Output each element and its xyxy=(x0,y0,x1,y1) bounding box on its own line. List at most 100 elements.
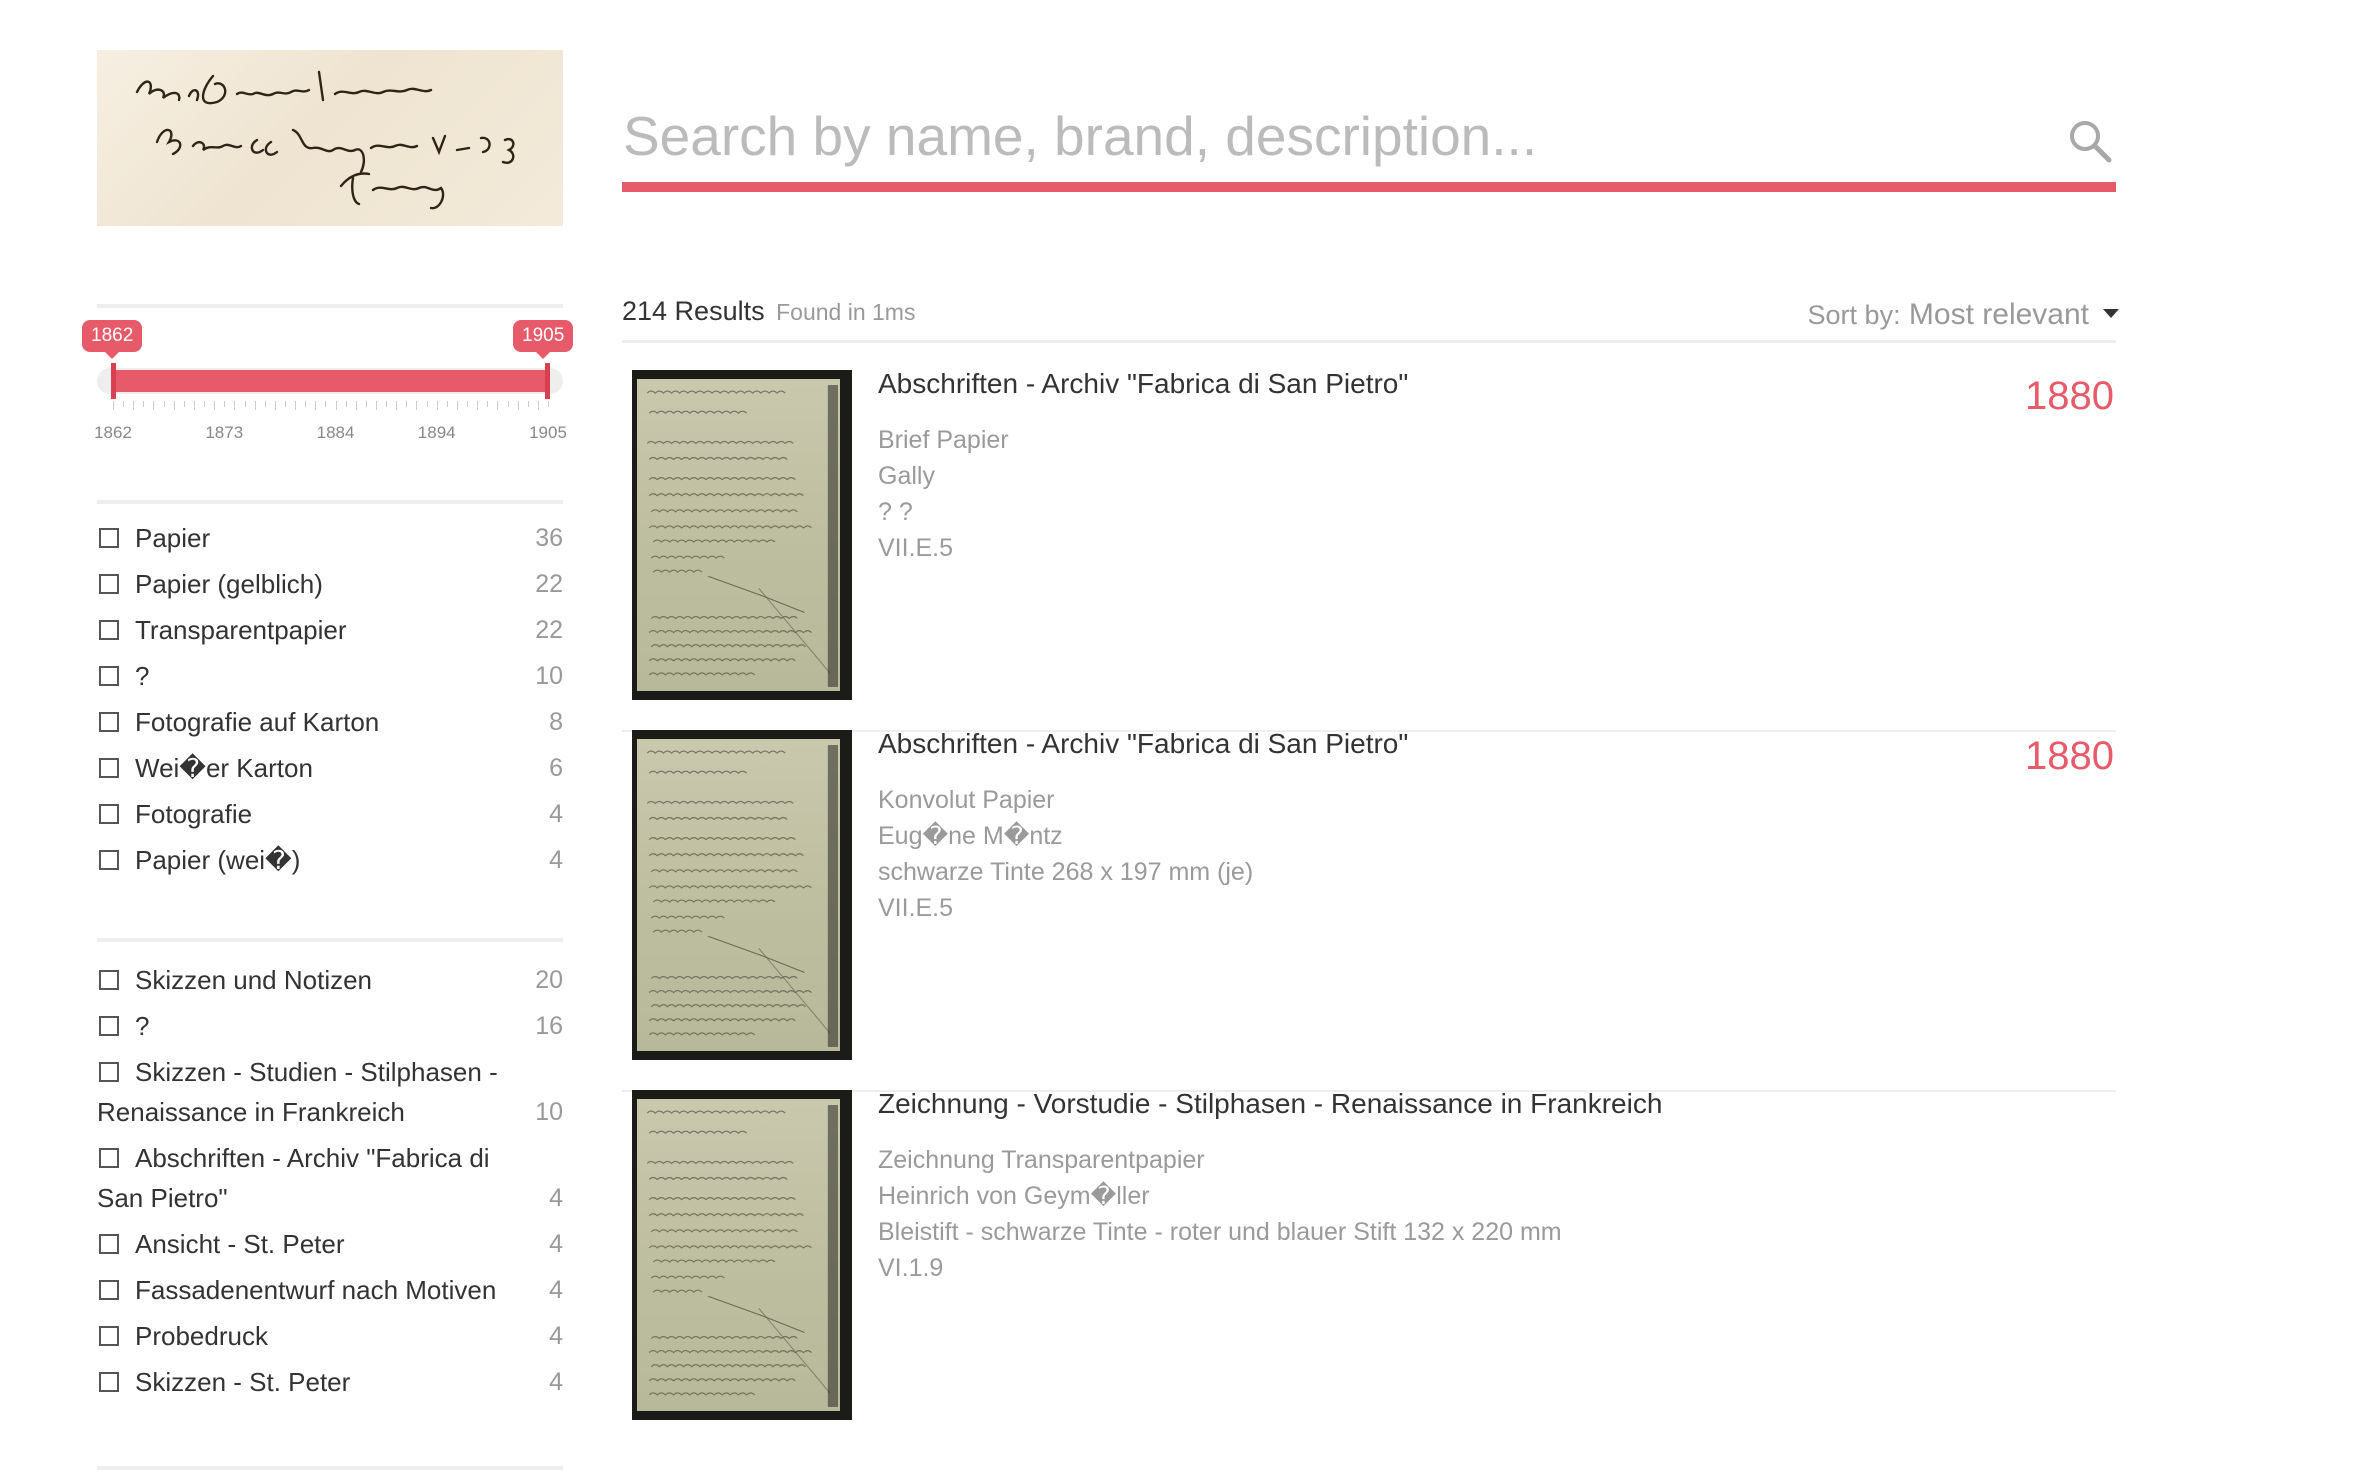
year-range-tick xyxy=(456,401,458,410)
facet-option[interactable]: Fassadenentwurf nach Motiven 4 xyxy=(97,1270,563,1310)
year-range-tick xyxy=(274,401,276,410)
facet-option[interactable]: Wei�er Karton 6 xyxy=(97,748,563,788)
year-range-tick xyxy=(264,401,266,407)
facet-material: Papier 36 Papier (gelblich) 22 Transparentpa… xyxy=(97,518,563,886)
checkbox[interactable] xyxy=(99,712,119,732)
checkbox[interactable] xyxy=(99,1234,119,1254)
facet-option[interactable]: Papier (gelblich) 22 xyxy=(97,564,563,604)
sort-prefix: Sort by: xyxy=(1807,300,1901,330)
facet-option-label: Fotografie xyxy=(135,799,253,829)
facet-option[interactable]: Papier 36 xyxy=(97,518,563,558)
result-title[interactable]: Zeichnung - Vorstudie - Stilphasen - Ren… xyxy=(878,1088,1662,1120)
checkbox[interactable] xyxy=(99,620,119,640)
facet-option-count: 4 xyxy=(549,1184,563,1212)
facet-option-count: 10 xyxy=(535,662,563,690)
result-detail-line: Brief Papier xyxy=(878,426,1009,454)
facet-option[interactable]: Fotografie 4 xyxy=(97,794,563,834)
checkbox[interactable] xyxy=(99,574,119,594)
facet-option[interactable]: Skizzen - St. Peter 4 xyxy=(97,1362,563,1402)
year-range-handle-from[interactable] xyxy=(111,363,116,399)
facet-option-label: Fotografie auf Karton xyxy=(135,707,380,737)
result-item[interactable]: Abschriften - Archiv "Fabrica di San Pie… xyxy=(622,720,2116,1092)
checkbox[interactable] xyxy=(99,1280,119,1300)
year-range-tick xyxy=(477,401,479,410)
facet-option[interactable]: Probedruck 4 xyxy=(97,1316,563,1356)
result-detail-line: Konvolut Papier xyxy=(878,786,1055,814)
sort-dropdown[interactable]: Sort by: Most relevant xyxy=(1808,298,2119,332)
checkbox[interactable] xyxy=(99,1326,119,1346)
search-icon[interactable] xyxy=(2065,116,2115,166)
facet-option-count: 36 xyxy=(535,524,563,552)
year-range-tick xyxy=(123,401,125,407)
result-detail-line: Gally xyxy=(878,462,935,490)
checkbox[interactable] xyxy=(99,1016,119,1036)
result-detail-line: VII.E.5 xyxy=(878,534,954,562)
facet-option[interactable]: Skizzen - Studien - Stilphasen - Renaiss… xyxy=(97,1052,563,1132)
year-range-tick xyxy=(153,401,155,410)
result-item[interactable]: Zeichnung - Vorstudie - Stilphasen - Ren… xyxy=(622,1080,2116,1452)
facet-option-label: Papier (gelblich) xyxy=(135,569,323,599)
result-thumbnail[interactable] xyxy=(632,1090,852,1420)
facet-option-count: 4 xyxy=(549,800,563,828)
facet-option-count: 20 xyxy=(535,966,563,994)
facet-option[interactable]: Transparentpapier 22 xyxy=(97,610,563,650)
search-underline xyxy=(622,182,2116,192)
facet-option-label: Skizzen - Studien - Stilphasen - Renaiss… xyxy=(97,1057,498,1127)
checkbox[interactable] xyxy=(99,666,119,686)
facet-option-label: Skizzen und Notizen xyxy=(135,965,373,995)
facet-option-label: ? xyxy=(135,661,150,691)
result-detail-line: VI.1.9 xyxy=(878,1254,944,1282)
result-title[interactable]: Abschriften - Archiv "Fabrica di San Pie… xyxy=(878,368,1408,400)
result-thumbnail[interactable] xyxy=(632,730,852,1060)
facet-option[interactable]: ? 16 xyxy=(97,1006,563,1046)
facet-option[interactable]: Fotografie auf Karton 8 xyxy=(97,702,563,742)
sort-value: Most relevant xyxy=(1908,298,2089,331)
checkbox[interactable] xyxy=(99,1062,119,1082)
year-range-tick-label: 1884 xyxy=(316,423,355,442)
checkbox[interactable] xyxy=(99,1372,119,1392)
facet-option-count: 4 xyxy=(549,846,563,874)
facet-option-label: Transparentpapier xyxy=(135,615,347,645)
checkbox[interactable] xyxy=(99,970,119,990)
year-range-tick xyxy=(173,401,175,410)
year-range-tick xyxy=(113,401,114,410)
search-input[interactable] xyxy=(620,86,2040,186)
year-range-tick xyxy=(396,401,398,410)
facet-option-count: 22 xyxy=(535,570,563,598)
year-range-tick xyxy=(133,401,135,410)
facet-option-count: 4 xyxy=(549,1322,563,1350)
checkbox[interactable] xyxy=(99,758,119,778)
facet-option[interactable]: Skizzen und Notizen 20 xyxy=(97,960,563,1000)
facet-option-label: Wei�er Karton xyxy=(135,753,313,783)
year-range-tick xyxy=(325,401,327,407)
facet-option-count: 6 xyxy=(549,754,563,782)
facet-option-count: 4 xyxy=(549,1230,563,1258)
result-title[interactable]: Abschriften - Archiv "Fabrica di San Pie… xyxy=(878,728,1408,760)
site-logo[interactable] xyxy=(97,50,563,226)
year-range-tick xyxy=(537,401,539,410)
facet-option-count: 22 xyxy=(535,616,563,644)
year-range-tick xyxy=(254,401,256,410)
facet-option[interactable]: ? 10 xyxy=(97,656,563,696)
checkbox[interactable] xyxy=(99,528,119,548)
facet-option-label: Probedruck xyxy=(135,1321,268,1351)
result-detail-line: VII.E.5 xyxy=(878,894,954,922)
result-detail-line: Zeichnung Transparentpapier xyxy=(878,1146,1205,1174)
checkbox[interactable] xyxy=(99,850,119,870)
checkbox[interactable] xyxy=(99,804,119,824)
result-thumbnail[interactable] xyxy=(632,370,852,700)
year-range-tick xyxy=(204,401,206,407)
year-range-handle-to[interactable] xyxy=(545,363,550,399)
checkbox[interactable] xyxy=(99,1148,119,1168)
facet-option[interactable]: Papier (wei�) 4 xyxy=(97,840,563,880)
year-range-tick xyxy=(295,401,297,410)
facet-option[interactable]: Ansicht - St. Peter 4 xyxy=(97,1224,563,1264)
year-range-tick xyxy=(446,401,448,407)
year-range-to-label: 1905 xyxy=(513,320,574,359)
facet-option[interactable]: Abschriften - Archiv "Fabrica di San Pie… xyxy=(97,1138,563,1218)
year-range-from-label: 1862 xyxy=(82,320,143,359)
year-range-tick xyxy=(376,401,378,410)
year-range-tick-label: 1862 xyxy=(94,423,132,442)
facet-option-label: Abschriften - Archiv "Fabrica di San Pie… xyxy=(97,1143,490,1213)
result-item[interactable]: Abschriften - Archiv "Fabrica di San Pie… xyxy=(622,360,2116,732)
